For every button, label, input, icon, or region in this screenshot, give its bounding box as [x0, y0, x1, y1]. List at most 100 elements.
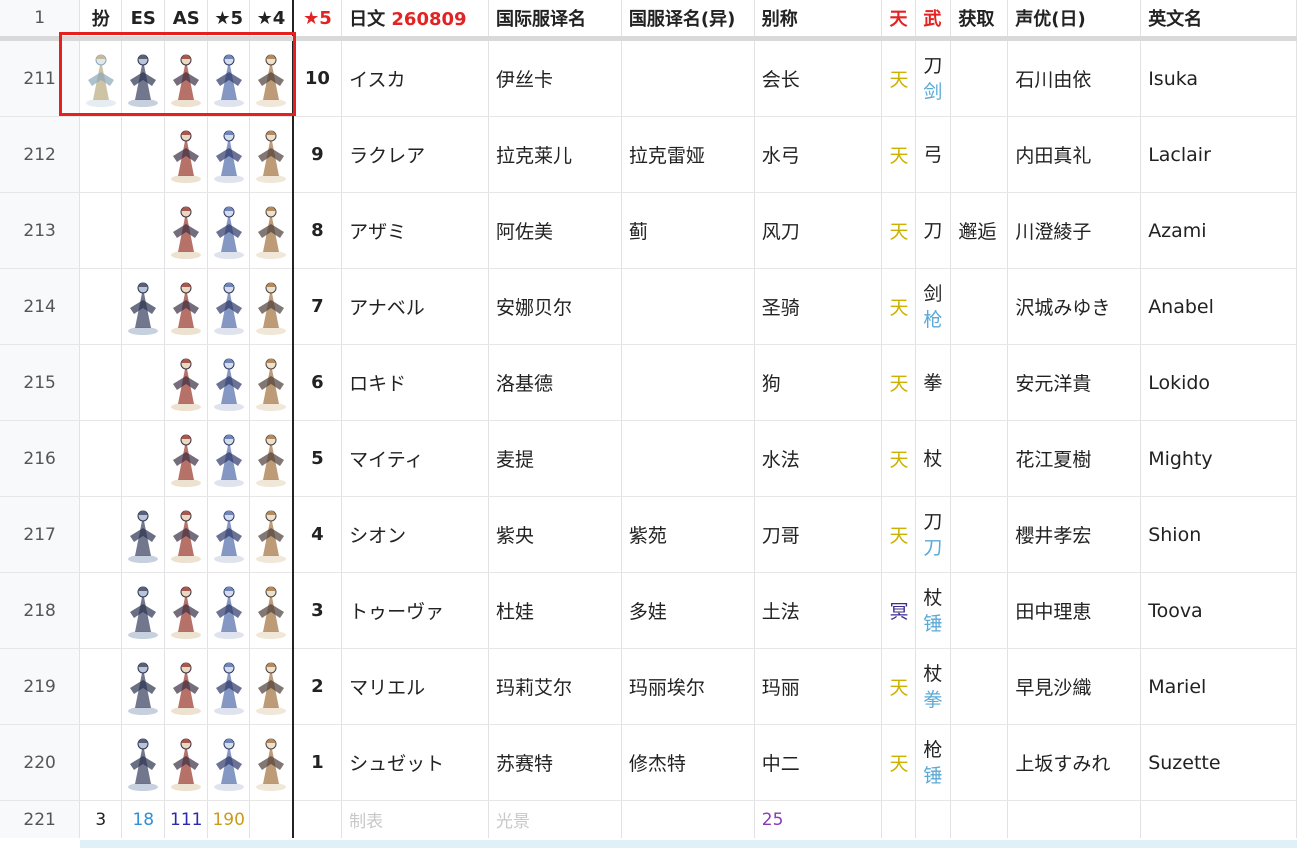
cell-tian[interactable]: 天	[881, 420, 917, 497]
cell-intl-name[interactable]: 拉克莱儿	[488, 116, 622, 193]
cell-alias[interactable]: 会长	[754, 38, 883, 117]
cell-english-name[interactable]: Isuka	[1140, 38, 1297, 117]
cell-costume-art[interactable]	[79, 496, 123, 573]
cell-s4-art[interactable]	[249, 344, 294, 421]
cell-alias[interactable]: 狗	[754, 344, 883, 421]
cell-tian[interactable]: 天	[881, 496, 917, 573]
cell-intl-name[interactable]: 紫央	[488, 496, 622, 573]
cell-cn-alt-name[interactable]: 多娃	[621, 572, 755, 649]
cell-es-art[interactable]	[121, 420, 166, 497]
cell-weapon[interactable]: 剑枪	[915, 268, 952, 345]
cell-voice-actor[interactable]: 石川由依	[1007, 38, 1142, 117]
cell-cn-alt-name[interactable]	[621, 420, 755, 497]
cell-tian[interactable]: 天	[881, 38, 917, 117]
cell-intl-name[interactable]: 玛莉艾尔	[488, 648, 622, 725]
cell-as-count[interactable]: 111	[164, 800, 209, 838]
cell-as-art[interactable]	[164, 116, 209, 193]
cell-acquire[interactable]	[950, 420, 1009, 497]
cell-cn-alt-name[interactable]	[621, 344, 755, 421]
cell-tian[interactable]: 天	[881, 192, 917, 269]
cell-rank[interactable]: 4	[292, 496, 343, 573]
cell-s4-art[interactable]	[249, 116, 294, 193]
col-header-cv[interactable]: 声优(日)	[1007, 0, 1142, 41]
cell-rank[interactable]: 10	[292, 38, 343, 117]
row-number[interactable]: 213	[0, 192, 81, 269]
row-number[interactable]: 221	[0, 800, 81, 838]
cell-english-name[interactable]: Anabel	[1140, 268, 1297, 345]
row-number[interactable]: 214	[0, 268, 81, 345]
col-header-tian[interactable]: 天	[881, 0, 917, 41]
cell-s5-art[interactable]	[207, 344, 251, 421]
cell-empty[interactable]	[1140, 800, 1297, 838]
cell-s5-art[interactable]	[207, 724, 251, 801]
row-number[interactable]: 215	[0, 344, 81, 421]
cell-rank[interactable]: 6	[292, 344, 343, 421]
cell-acquire[interactable]	[950, 116, 1009, 193]
cell-japanese-name[interactable]: イスカ	[341, 38, 490, 117]
cell-es-art[interactable]	[121, 496, 166, 573]
cell-weapon[interactable]: 刀剑	[915, 38, 952, 117]
cell-es-art[interactable]	[121, 268, 166, 345]
cell-costume-art[interactable]	[79, 420, 123, 497]
cell-voice-actor[interactable]: 内田真礼	[1007, 116, 1142, 193]
cell-es-count[interactable]: 18	[121, 800, 166, 838]
cell-acquire[interactable]	[950, 38, 1009, 117]
cell-as-art[interactable]	[164, 344, 209, 421]
cell-cn-alt-name[interactable]	[621, 268, 755, 345]
cell-acquire[interactable]: 邂逅	[950, 192, 1009, 269]
cell-as-art[interactable]	[164, 724, 209, 801]
cell-intl-name[interactable]: 苏赛特	[488, 724, 622, 801]
col-header-english[interactable]: 英文名	[1140, 0, 1297, 41]
cell-costume-art[interactable]	[79, 116, 123, 193]
cell-as-art[interactable]	[164, 268, 209, 345]
cell-s5-art[interactable]	[207, 420, 251, 497]
cell-as-art[interactable]	[164, 420, 209, 497]
cell-costume-art[interactable]	[79, 648, 123, 725]
cell-intl-name[interactable]: 安娜贝尔	[488, 268, 622, 345]
col-header-intl-name[interactable]: 国际服译名	[488, 0, 622, 41]
cell-acquire[interactable]	[950, 496, 1009, 573]
cell-s5-art[interactable]	[207, 496, 251, 573]
cell-intl-name[interactable]: 杜娃	[488, 572, 622, 649]
row-number[interactable]: 218	[0, 572, 81, 649]
cell-s4-art[interactable]	[249, 420, 294, 497]
cell-voice-actor[interactable]: 田中理恵	[1007, 572, 1142, 649]
cell-cn-alt-name[interactable]: 玛丽埃尔	[621, 648, 755, 725]
cell-alias[interactable]: 风刀	[754, 192, 883, 269]
cell-english-name[interactable]: Toova	[1140, 572, 1297, 649]
cell-tian[interactable]: 冥	[881, 572, 917, 649]
cell-alias[interactable]: 刀哥	[754, 496, 883, 573]
cell-acquire[interactable]	[950, 344, 1009, 421]
row-number[interactable]: 217	[0, 496, 81, 573]
col-header-alias[interactable]: 别称	[754, 0, 883, 41]
row-number[interactable]: 212	[0, 116, 81, 193]
cell-alias[interactable]: 水弓	[754, 116, 883, 193]
cell-made-by[interactable]: 制表	[341, 800, 490, 838]
cell-costume-art[interactable]	[79, 344, 123, 421]
cell-empty[interactable]	[881, 800, 917, 838]
cell-cn-alt-name[interactable]: 紫苑	[621, 496, 755, 573]
col-header-star5-rank[interactable]: ★5	[292, 0, 343, 41]
cell-s5-art[interactable]	[207, 116, 251, 193]
cell-japanese-name[interactable]: マリエル	[341, 648, 490, 725]
cell-alias[interactable]: 水法	[754, 420, 883, 497]
cell-japanese-name[interactable]: シオン	[341, 496, 490, 573]
cell-voice-actor[interactable]: 上坂すみれ	[1007, 724, 1142, 801]
cell-cn-alt-name[interactable]	[621, 38, 755, 117]
cell-s4-art[interactable]	[249, 648, 294, 725]
cell-empty[interactable]	[292, 800, 343, 838]
cell-intl-name[interactable]: 阿佐美	[488, 192, 622, 269]
col-header-japanese[interactable]: 日文 260809	[341, 0, 490, 41]
cell-s4-art[interactable]	[249, 496, 294, 573]
cell-tian[interactable]: 天	[881, 116, 917, 193]
cell-s4-art[interactable]	[249, 268, 294, 345]
cell-rank[interactable]: 1	[292, 724, 343, 801]
cell-tian[interactable]: 天	[881, 724, 917, 801]
cell-s5-art[interactable]	[207, 268, 251, 345]
col-header-cn-alt[interactable]: 国服译名(异)	[621, 0, 755, 41]
cell-costume-count[interactable]: 3	[79, 800, 123, 838]
cell-s4-art[interactable]	[249, 192, 294, 269]
cell-costume-art[interactable]	[79, 572, 123, 649]
cell-es-art[interactable]	[121, 648, 166, 725]
cell-japanese-name[interactable]: シュゼット	[341, 724, 490, 801]
